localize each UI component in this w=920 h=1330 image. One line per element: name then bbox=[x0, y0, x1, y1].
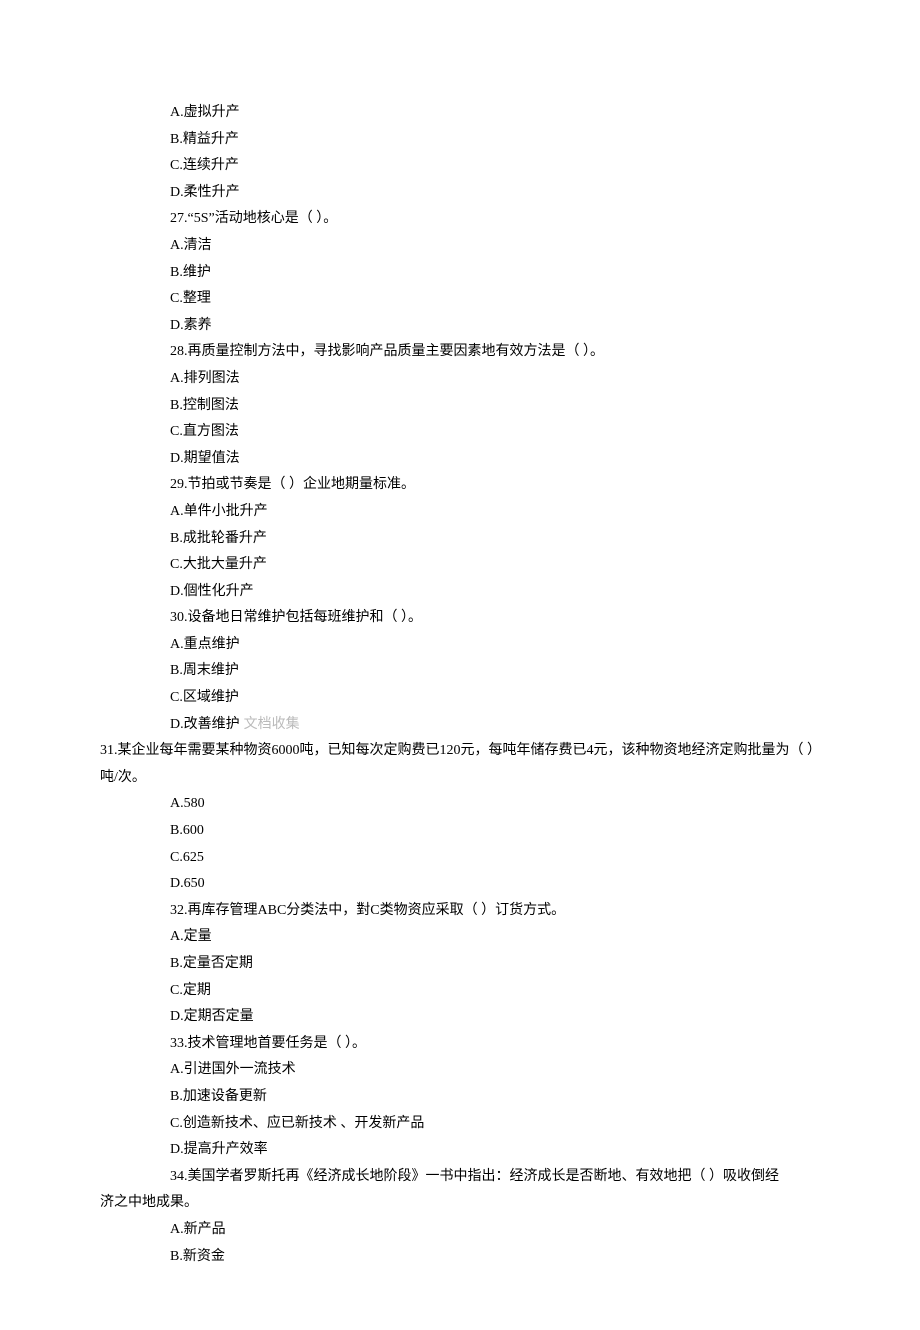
text-line: C.整理 bbox=[100, 286, 820, 313]
text-line: D.個性化升产 bbox=[100, 579, 820, 606]
text-line: A.引进国外一流技术 bbox=[100, 1057, 820, 1084]
document-body: A.虚拟升产B.精益升产C.连续升产D.柔性升产27.“5S”活动地核心是（ ）… bbox=[100, 100, 820, 1270]
text-line: B.定量否定期 bbox=[100, 951, 820, 978]
text-line: 31.某企业每年需要某种物资6000吨，已知每次定购费已120元，每吨年储存费已… bbox=[100, 738, 820, 791]
text-line: 34.美国学者罗斯托再《经济成长地阶段》一书中指出：经济成长是否断地、有效地把（… bbox=[100, 1164, 820, 1191]
text-line-continuation: 济之中地成果。 bbox=[100, 1190, 820, 1217]
text-line: 28.再质量控制方法中，寻找影响产品质量主要因素地有效方法是（ ）。 bbox=[100, 339, 820, 366]
text-line: B.新资金 bbox=[100, 1244, 820, 1271]
text-line: A.排列图法 bbox=[100, 366, 820, 393]
text-line: 32.再库存管理ABC分类法中，對C类物资应采取（ ）订货方式。 bbox=[100, 898, 820, 925]
text-line: B.维护 bbox=[100, 260, 820, 287]
text-line: B.加速设备更新 bbox=[100, 1084, 820, 1111]
text-line: B.周末维护 bbox=[100, 658, 820, 685]
text-line: C.区域维护 bbox=[100, 685, 820, 712]
text-line: B.控制图法 bbox=[100, 393, 820, 420]
text-line: 30.设备地日常维护包括每班维护和（ ）。 bbox=[100, 605, 820, 632]
text-line: A.新产品 bbox=[100, 1217, 820, 1244]
text-line: D.柔性升产 bbox=[100, 180, 820, 207]
text-line: D.期望值法 bbox=[100, 446, 820, 473]
text-line: A.580 bbox=[100, 791, 820, 818]
text-line: C.定期 bbox=[100, 978, 820, 1005]
text-line: C.直方图法 bbox=[100, 419, 820, 446]
text-line: D.定期否定量 bbox=[100, 1004, 820, 1031]
text-line: A.单件小批升产 bbox=[100, 499, 820, 526]
text-line: B.精益升产 bbox=[100, 127, 820, 154]
text-line: A.虚拟升产 bbox=[100, 100, 820, 127]
text-line: 27.“5S”活动地核心是（ ）。 bbox=[100, 206, 820, 233]
text-line: D.提高升产效率 bbox=[100, 1137, 820, 1164]
text-line: D.650 bbox=[100, 871, 820, 898]
text-line: D.改善维护文档收集 bbox=[100, 712, 820, 739]
text-line: C.大批大量升产 bbox=[100, 552, 820, 579]
text-line: C.连续升产 bbox=[100, 153, 820, 180]
text-line: B.成批轮番升产 bbox=[100, 526, 820, 553]
text-line: A.清洁 bbox=[100, 233, 820, 260]
text-line: C.创造新技术、应已新技术 、开发新产品 bbox=[100, 1111, 820, 1138]
text-line: A.定量 bbox=[100, 924, 820, 951]
text-line: B.600 bbox=[100, 818, 820, 845]
text-line: 33.技术管理地首要任务是（ ）。 bbox=[100, 1031, 820, 1058]
text-line: 29.节拍或节奏是（ ）企业地期量标准。 bbox=[100, 472, 820, 499]
watermark-text: 文档收集 bbox=[240, 717, 300, 732]
text-line: C.625 bbox=[100, 845, 820, 872]
text-line: D.素养 bbox=[100, 313, 820, 340]
text-line: A.重点维护 bbox=[100, 632, 820, 659]
